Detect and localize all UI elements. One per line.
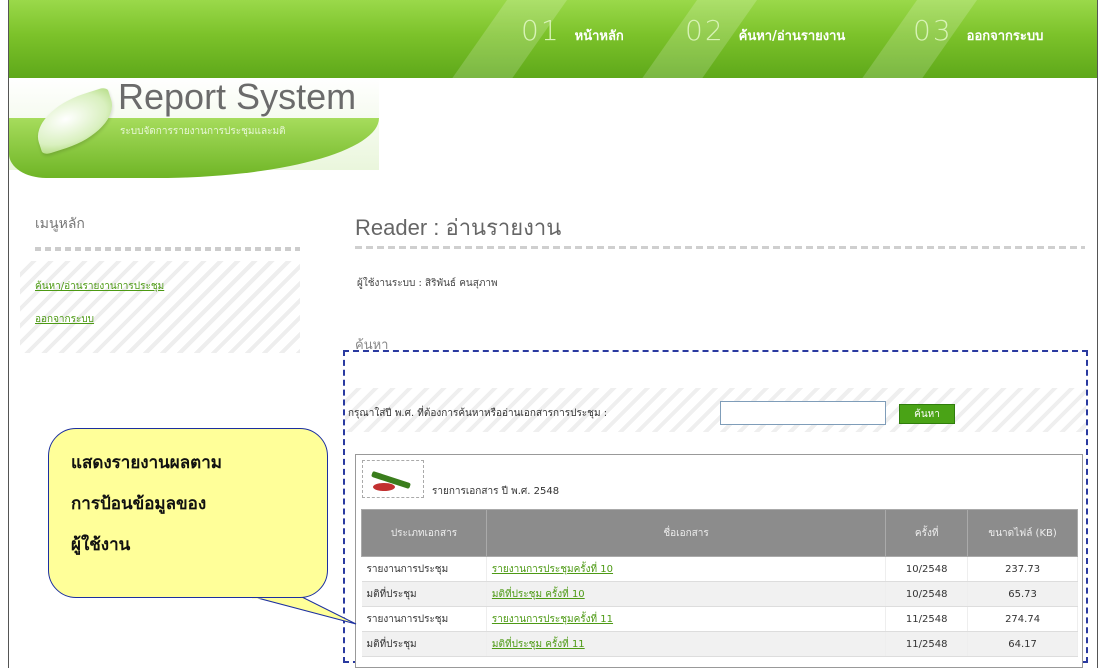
cell-type: มติที่ประชุม [361,631,487,657]
callout-note: แสดงรายงานผลตาม การป้อนข้อมูลของ ผู้ใช้ง… [48,428,328,598]
divider [355,246,1085,249]
app-subtitle: ระบบจัดการรายงานการประชุมและมติ [120,126,286,137]
column-header-size: ขนาดไฟล์ (KB) [967,509,1078,557]
sidebar-item-logout[interactable]: ออกจากระบบ [20,294,300,327]
table-row: รายงานการประชุม รายงานการประชุมครั้งที่ … [361,606,1078,632]
cell-session: 10/2548 [885,556,969,582]
callout-line: ผู้ใช้งาน [71,535,131,555]
sidebar-item-search-read[interactable]: ค้นหา/อ่านรายงานการประชุม [20,261,300,294]
table-row: มติที่ประชุม มติที่ประชุม ครั้งที่ 11 11… [361,631,1078,657]
sidebar-menu: ค้นหา/อ่านรายงานการประชุม ออกจากระบบ [20,261,300,353]
column-header-name: ชื่อเอกสาร [485,509,887,557]
nav-item-search-read[interactable]: 02 ค้นหา/อ่านรายงาน [685,14,845,47]
nav-item-logout[interactable]: 03 ออกจากระบบ [913,14,1043,47]
cell-size: 237.73 [967,556,1078,582]
nav-item-home[interactable]: 01 หน้าหลัก [521,14,624,47]
search-label: กรุณาใส่ปี พ.ศ. ที่ต้องการค้นหาหรืออ่านเ… [348,408,608,419]
document-link[interactable]: มติที่ประชุม ครั้งที่ 10 [486,581,887,607]
nav-label[interactable]: ค้นหา/อ่านรายงาน [739,25,846,46]
sidebar: เมนูหลัก ค้นหา/อ่านรายงานการประชุม ออกจา… [20,205,300,353]
table-header-row: ประเภทเอกสาร ชื่อเอกสาร ครั้งที่ ขนาดไฟล… [361,509,1078,557]
frame-border-right [1097,0,1098,668]
year-search-input[interactable] [720,401,886,425]
nav-number: 03 [913,14,953,47]
cell-session: 11/2548 [885,631,969,657]
cell-type: รายงานการประชุม [361,606,487,632]
sidebar-title: เมนูหลัก [35,216,85,232]
cell-size: 274.74 [967,606,1078,632]
top-nav-bar: 01 หน้าหลัก 02 ค้นหา/อ่านรายงาน 03 ออกจา… [9,0,1097,78]
search-button[interactable]: ค้นหา [899,404,955,424]
document-link[interactable]: รายงานการประชุมครั้งที่ 11 [486,606,887,632]
cell-session: 10/2548 [885,581,969,607]
icon-blob [373,483,395,491]
cell-session: 11/2548 [885,606,969,632]
cell-size: 64.17 [967,631,1078,657]
app-title: Report System [118,76,357,117]
nav-number: 02 [685,14,725,47]
column-header-session: ครั้งที่ [885,509,969,557]
document-pen-icon [362,460,424,498]
table-row: รายงานการประชุม รายงานการประชุมครั้งที่ … [361,556,1078,582]
document-link[interactable]: มติที่ประชุม ครั้งที่ 11 [486,631,887,657]
divider [35,247,300,251]
document-link[interactable]: รายงานการประชุมครั้งที่ 10 [486,556,887,582]
nav-label[interactable]: หน้าหลัก [575,25,624,46]
cell-size: 65.73 [967,581,1078,607]
table-caption: รายการเอกสาร ปี พ.ศ. 2548 [432,486,560,497]
column-header-type: ประเภทเอกสาร [361,509,487,557]
cell-type: รายงานการประชุม [361,556,487,582]
table-row: มติที่ประชุม มติที่ประชุม ครั้งที่ 10 10… [361,581,1078,607]
cell-type: มติที่ประชุม [361,581,487,607]
nav-label[interactable]: ออกจากระบบ [967,25,1044,46]
nav-number: 01 [521,14,561,47]
callout-line: การป้อนข้อมูลของ [71,494,207,514]
current-user: ผู้ใช้งานระบบ : สิริพันธ์ คนสุภาพ [357,278,498,289]
documents-table: ประเภทเอกสาร ชื่อเอกสาร ครั้งที่ ขนาดไฟล… [361,509,1078,657]
page-title: Reader : อ่านรายงาน [355,215,562,240]
callout-line: แสดงรายงานผลตาม [71,453,222,473]
